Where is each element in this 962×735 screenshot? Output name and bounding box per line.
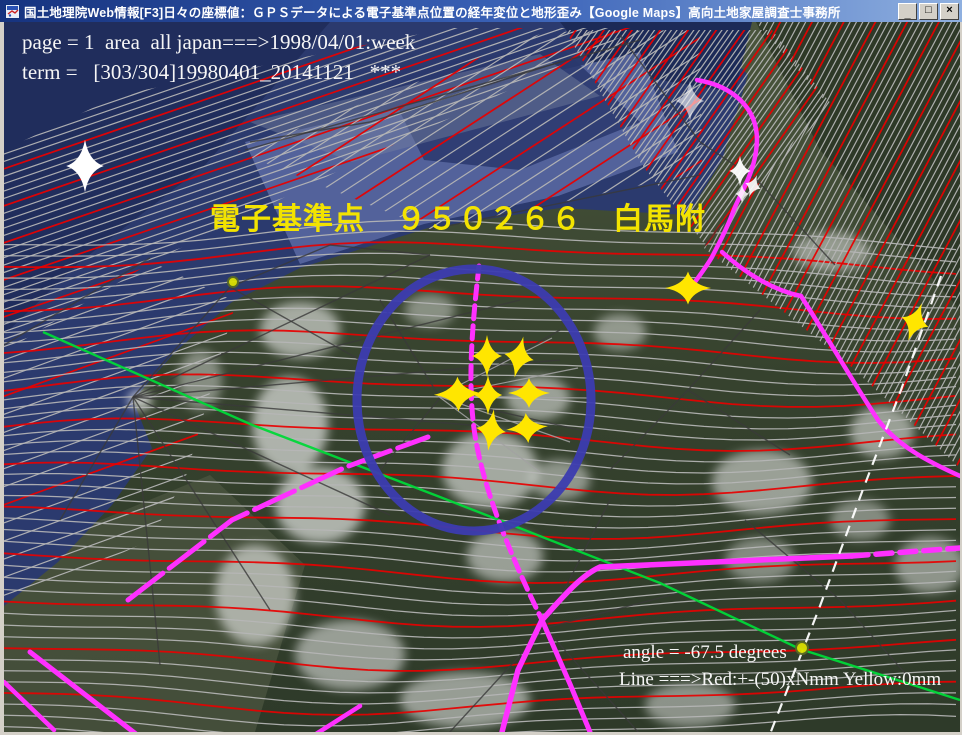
station-dot-marker [796,642,808,654]
station-dot-marker [228,277,238,287]
map-canvas[interactable] [4,22,960,732]
satellite-base [4,22,960,732]
window-title: 国土地理院Web情報[F3]日々の座標値：ＧＰＳデータによる電子基準点位置の経年… [24,2,896,21]
map-viewport: page = 1 area all japan===>1998/04/01:we… [4,22,960,732]
maximize-button[interactable]: □ [919,3,938,20]
title-bar[interactable]: 国土地理院Web情報[F3]日々の座標値：ＧＰＳデータによる電子基準点位置の経年… [0,0,962,22]
app-icon[interactable] [5,4,20,19]
window-border-left [0,22,4,735]
close-button[interactable]: × [940,3,959,20]
minimize-button[interactable]: _ [898,3,917,20]
app-window: 国土地理院Web情報[F3]日々の座標値：ＧＰＳデータによる電子基準点位置の経年… [0,0,962,735]
